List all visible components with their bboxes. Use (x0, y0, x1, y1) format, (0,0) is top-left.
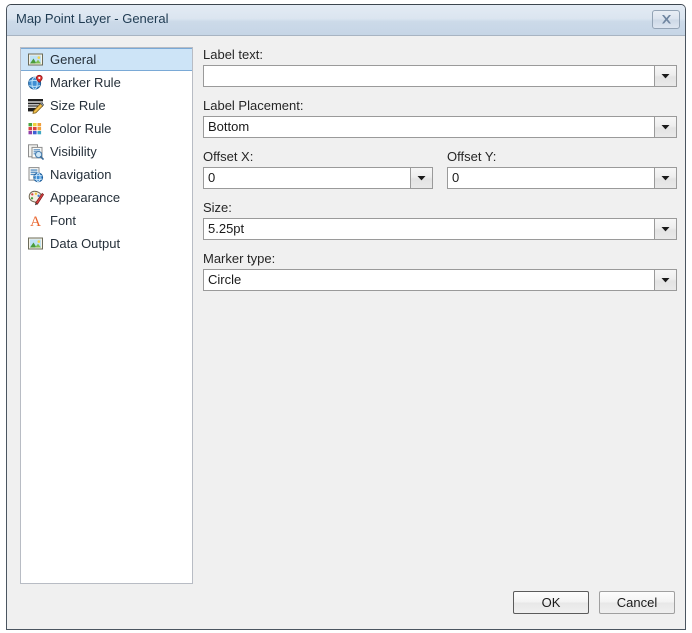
sidebar-item-label: General (50, 52, 97, 67)
image-picture-icon (27, 51, 44, 68)
size-value[interactable]: 5.25pt (204, 219, 654, 239)
sidebar-item-visibility[interactable]: Visibility (21, 140, 192, 163)
color-swatches-icon (27, 120, 44, 137)
sidebar-item-label: Color Rule (50, 121, 112, 136)
label-text-label: Label text: (203, 47, 263, 62)
label-placement-value[interactable]: Bottom (204, 117, 654, 137)
sidebar-item-font[interactable]: A Font (21, 209, 192, 232)
sidebar-item-label: Data Output (50, 236, 121, 251)
close-x-icon (661, 15, 671, 24)
label-placement-label: Label Placement: (203, 98, 304, 113)
font-letter-a-icon: A (27, 212, 44, 230)
offset-x-label: Offset X: (203, 149, 254, 164)
sidebar-item-label: Navigation (50, 167, 112, 182)
dialog-footer: OK Cancel (513, 591, 675, 614)
settings-category-list[interactable]: General Marker Rule Size Rule Color Rule… (20, 47, 193, 584)
chevron-down-icon[interactable] (654, 219, 676, 239)
label-text-field-group: Label text: (203, 47, 677, 87)
sidebar-item-label: Visibility (50, 144, 97, 159)
sidebar-item-size-rule[interactable]: Size Rule (21, 94, 192, 117)
title-bar: Map Point Layer - General (7, 5, 685, 36)
label-text-input[interactable] (204, 66, 654, 86)
chevron-down-icon[interactable] (654, 66, 676, 86)
dialog-window: Map Point Layer - General General Marker… (6, 4, 686, 630)
svg-text:A: A (30, 214, 41, 229)
sidebar-item-label: Appearance (50, 190, 121, 205)
paint-palette-icon (27, 189, 45, 206)
image-picture-icon (27, 235, 44, 252)
chevron-down-icon[interactable] (654, 117, 676, 137)
size-combobox[interactable]: 5.25pt (203, 218, 677, 240)
cancel-button[interactable]: Cancel (599, 591, 675, 614)
sidebar-item-marker-rule[interactable]: Marker Rule (21, 71, 192, 94)
globe-pin-icon (27, 74, 44, 91)
offset-x-combobox[interactable]: 0 (203, 167, 433, 189)
document-search-icon (27, 143, 44, 160)
offset-y-field-group: Offset Y: 0 (447, 149, 677, 189)
offset-y-value[interactable]: 0 (448, 168, 654, 188)
sidebar-item-label: Size Rule (50, 98, 106, 113)
chevron-down-icon[interactable] (654, 270, 676, 290)
label-text-combobox[interactable] (203, 65, 677, 87)
sidebar-item-label: Font (50, 213, 77, 228)
dialog-content: General Marker Rule Size Rule Color Rule… (7, 36, 685, 629)
offset-y-label: Offset Y: (447, 149, 497, 164)
marker-type-value[interactable]: Circle (204, 270, 654, 290)
offset-x-field-group: Offset X: 0 (203, 149, 433, 189)
label-placement-combobox[interactable]: Bottom (203, 116, 677, 138)
sidebar-item-color-rule[interactable]: Color Rule (21, 117, 192, 140)
chevron-down-icon[interactable] (654, 168, 676, 188)
general-settings-form: Label text: Label Placement: Bottom Offs… (203, 47, 677, 302)
marker-type-combobox[interactable]: Circle (203, 269, 677, 291)
sidebar-item-general[interactable]: General (21, 48, 192, 71)
window-title: Map Point Layer - General (16, 11, 169, 26)
close-button[interactable] (652, 10, 680, 29)
marker-type-label: Marker type: (203, 251, 276, 266)
size-field-group: Size: 5.25pt (203, 200, 677, 240)
sidebar-item-data-output[interactable]: Data Output (21, 232, 192, 255)
ok-button[interactable]: OK (513, 591, 589, 614)
lines-pencil-icon (27, 97, 45, 114)
sidebar-item-navigation[interactable]: Navigation (21, 163, 192, 186)
offset-field-row: Offset X: 0 Offset Y: 0 (203, 149, 677, 189)
chevron-down-icon[interactable] (410, 168, 432, 188)
label-placement-field-group: Label Placement: Bottom (203, 98, 677, 138)
offset-x-value[interactable]: 0 (204, 168, 410, 188)
sidebar-item-label: Marker Rule (50, 75, 121, 90)
sidebar-item-appearance[interactable]: Appearance (21, 186, 192, 209)
size-label: Size: (203, 200, 232, 215)
offset-y-combobox[interactable]: 0 (447, 167, 677, 189)
marker-type-field-group: Marker type: Circle (203, 251, 677, 291)
document-globe-icon (27, 166, 44, 183)
